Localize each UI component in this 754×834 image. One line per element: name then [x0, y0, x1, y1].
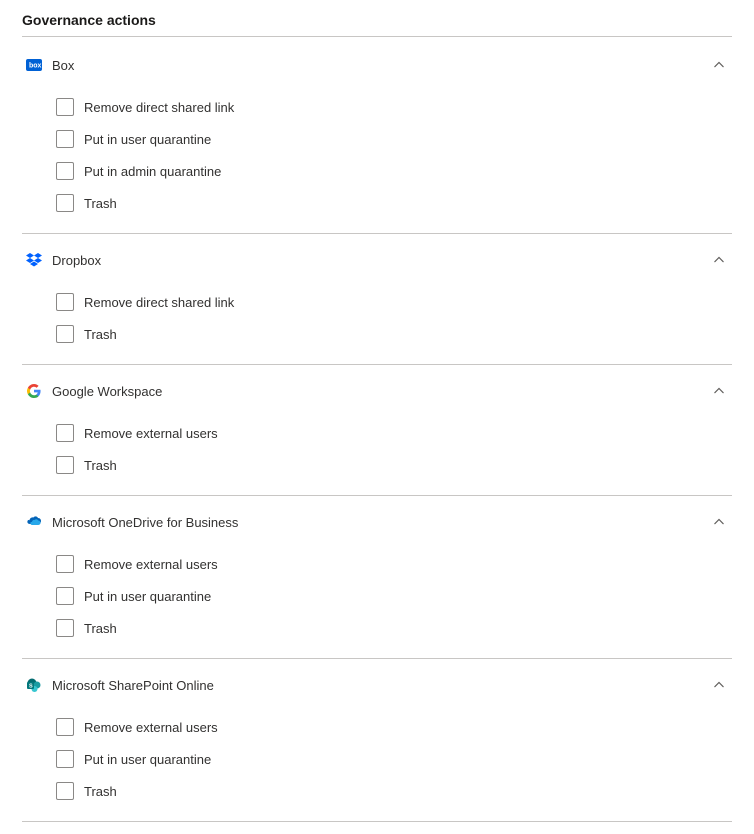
svg-text:box: box: [29, 63, 42, 70]
option-label: Remove direct shared link: [84, 295, 234, 310]
option-label: Trash: [84, 784, 117, 799]
checkbox[interactable]: [56, 98, 74, 116]
section-header-google-workspace[interactable]: Google Workspace: [22, 379, 732, 403]
section-label: Dropbox: [52, 253, 712, 268]
section-header-box[interactable]: box Box: [22, 53, 732, 77]
option-label: Remove external users: [84, 720, 218, 735]
google-icon: [26, 383, 42, 399]
option-row: Remove external users: [56, 417, 732, 449]
options-list: Remove external users Trash: [22, 403, 732, 481]
chevron-up-icon: [712, 253, 726, 267]
option-label: Put in user quarantine: [84, 752, 211, 767]
option-label: Trash: [84, 196, 117, 211]
checkbox[interactable]: [56, 325, 74, 343]
option-row: Put in user quarantine: [56, 580, 732, 612]
chevron-up-icon: [712, 515, 726, 529]
option-row: Remove direct shared link: [56, 286, 732, 318]
option-label: Trash: [84, 327, 117, 342]
option-row: Put in user quarantine: [56, 123, 732, 155]
section-box: box Box Remove direct shared link Put in…: [22, 39, 732, 234]
option-row: Remove external users: [56, 548, 732, 580]
option-row: Trash: [56, 612, 732, 644]
option-row: Trash: [56, 775, 732, 807]
section-sharepoint: S Microsoft SharePoint Online Remove ext…: [22, 659, 732, 822]
option-row: Remove direct shared link: [56, 91, 732, 123]
section-label: Google Workspace: [52, 384, 712, 399]
checkbox[interactable]: [56, 194, 74, 212]
section-label: Microsoft SharePoint Online: [52, 678, 712, 693]
section-onedrive: Microsoft OneDrive for Business Remove e…: [22, 496, 732, 659]
options-list: Remove external users Put in user quaran…: [22, 534, 732, 644]
checkbox[interactable]: [56, 162, 74, 180]
checkbox[interactable]: [56, 782, 74, 800]
checkbox[interactable]: [56, 293, 74, 311]
option-label: Put in admin quarantine: [84, 164, 221, 179]
option-label: Put in user quarantine: [84, 589, 211, 604]
onedrive-icon: [26, 514, 42, 530]
chevron-up-icon: [712, 58, 726, 72]
section-header-dropbox[interactable]: Dropbox: [22, 248, 732, 272]
option-row: Trash: [56, 318, 732, 350]
checkbox[interactable]: [56, 424, 74, 442]
section-label: Microsoft OneDrive for Business: [52, 515, 712, 530]
chevron-up-icon: [712, 384, 726, 398]
sharepoint-icon: S: [26, 677, 42, 693]
option-label: Remove direct shared link: [84, 100, 234, 115]
chevron-up-icon: [712, 678, 726, 692]
option-row: Remove external users: [56, 711, 732, 743]
svg-text:S: S: [29, 684, 33, 690]
options-list: Remove direct shared link Put in user qu…: [22, 77, 732, 219]
option-label: Trash: [84, 458, 117, 473]
option-row: Trash: [56, 187, 732, 219]
checkbox[interactable]: [56, 619, 74, 637]
option-row: Trash: [56, 449, 732, 481]
option-label: Put in user quarantine: [84, 132, 211, 147]
section-google-workspace: Google Workspace Remove external users T…: [22, 365, 732, 496]
checkbox[interactable]: [56, 587, 74, 605]
option-label: Remove external users: [84, 426, 218, 441]
checkbox[interactable]: [56, 718, 74, 736]
box-icon: box: [26, 57, 42, 73]
options-list: Remove external users Put in user quaran…: [22, 697, 732, 807]
section-header-sharepoint[interactable]: S Microsoft SharePoint Online: [22, 673, 732, 697]
checkbox[interactable]: [56, 555, 74, 573]
section-header-onedrive[interactable]: Microsoft OneDrive for Business: [22, 510, 732, 534]
checkbox[interactable]: [56, 456, 74, 474]
option-row: Put in admin quarantine: [56, 155, 732, 187]
page-title: Governance actions: [22, 12, 732, 36]
options-list: Remove direct shared link Trash: [22, 272, 732, 350]
option-row: Put in user quarantine: [56, 743, 732, 775]
option-label: Trash: [84, 621, 117, 636]
section-label: Box: [52, 58, 712, 73]
option-label: Remove external users: [84, 557, 218, 572]
checkbox[interactable]: [56, 130, 74, 148]
title-divider: [22, 36, 732, 37]
section-dropbox: Dropbox Remove direct shared link Trash: [22, 234, 732, 365]
checkbox[interactable]: [56, 750, 74, 768]
dropbox-icon: [26, 252, 42, 268]
